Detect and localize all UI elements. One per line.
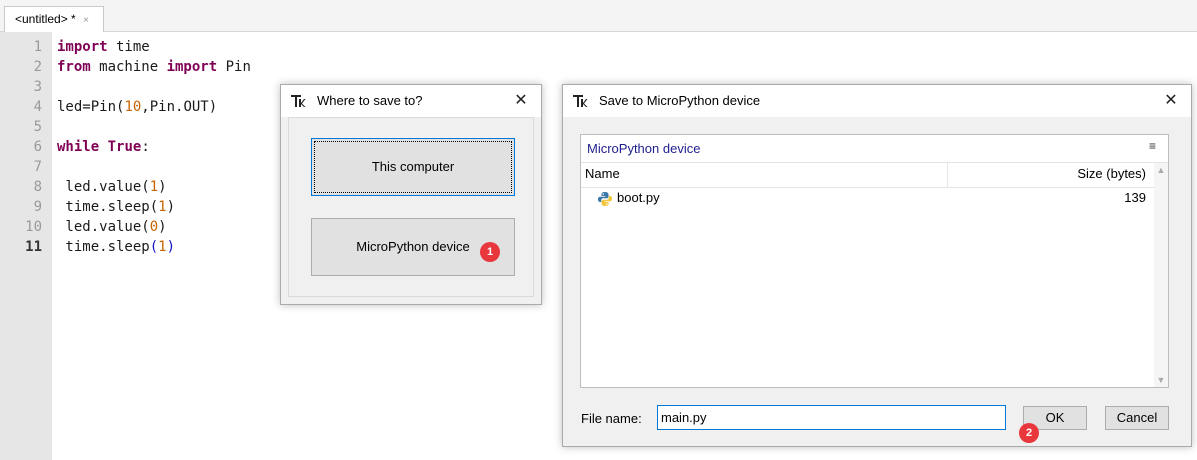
column-header-name[interactable]: Name	[585, 166, 620, 181]
location-bar: MicroPython device ≡	[581, 135, 1168, 163]
column-divider[interactable]	[947, 163, 948, 187]
file-name-cell: boot.py	[617, 190, 660, 205]
code-token: machine	[90, 59, 167, 75]
scroll-up-icon[interactable]: ▲	[1154, 165, 1168, 175]
step-badge-2: 2	[1019, 423, 1039, 443]
code-token: import	[166, 59, 218, 75]
line-number: 8	[33, 179, 42, 195]
code-token: import	[57, 39, 108, 55]
code-token: )	[166, 239, 176, 255]
tab-untitled[interactable]: <untitled> * ×	[4, 6, 104, 32]
step-badge-1: 1	[480, 242, 500, 262]
code-line: led.value(1)	[57, 177, 167, 197]
python-file-icon	[597, 191, 613, 207]
line-number: 5	[33, 119, 42, 135]
file-name-input[interactable]	[657, 405, 1006, 430]
code-token: ,Pin.OUT)	[141, 99, 218, 115]
line-number: 1	[33, 39, 42, 55]
location-label: MicroPython device	[587, 141, 701, 156]
save-to-device-dialog: Save to MicroPython device ✕ MicroPython…	[562, 84, 1192, 447]
code-token: 0	[149, 219, 159, 235]
code-token: from	[57, 59, 91, 75]
where-to-save-dialog: Where to save to? ✕ This computer MicroP…	[280, 84, 542, 305]
close-icon[interactable]: ✕	[1161, 91, 1181, 111]
this-computer-button[interactable]: This computer	[311, 138, 515, 196]
code-token: 1	[158, 239, 167, 255]
line-number: 4	[33, 99, 42, 115]
code-token: led.value(	[57, 219, 150, 235]
dialog-title: Save to MicroPython device	[599, 93, 761, 108]
file-size-cell: 139	[1124, 190, 1146, 205]
code-token: while	[57, 139, 100, 155]
code-line: import time	[57, 37, 150, 57]
code-token: time.sleep(	[57, 199, 159, 215]
line-number: 10	[25, 219, 42, 235]
thonny-icon	[290, 93, 306, 109]
line-number: 3	[33, 79, 42, 95]
thonny-icon	[572, 93, 588, 109]
code-token: Pin	[217, 59, 251, 75]
code-line: time.sleep(1)	[57, 197, 175, 217]
code-token: True	[107, 139, 142, 155]
tab-label: <untitled> *	[15, 12, 76, 26]
header-divider	[581, 187, 1154, 188]
line-number: 9	[33, 199, 42, 215]
save-options-panel: This computer MicroPython device 1	[288, 117, 534, 297]
code-token: )	[166, 199, 176, 215]
dialog-titlebar: Save to MicroPython device ✕	[563, 85, 1191, 117]
code-line: time.sleep(1)	[57, 237, 175, 257]
menu-icon[interactable]: ≡	[1149, 139, 1156, 153]
dialog-title: Where to save to?	[317, 93, 423, 108]
tab-close-icon[interactable]: ×	[83, 15, 89, 26]
code-token: :	[141, 139, 150, 155]
close-icon[interactable]: ✕	[511, 91, 531, 111]
cancel-button[interactable]: Cancel	[1105, 406, 1169, 430]
device-file-browser: MicroPython device ≡ Name Size (bytes) b…	[580, 134, 1169, 388]
line-number: 7	[33, 159, 42, 175]
code-token: 10	[124, 99, 142, 115]
code-token: 1	[158, 199, 167, 215]
code-token: time	[107, 39, 150, 55]
vertical-scrollbar[interactable]: ▲ ▼	[1154, 163, 1168, 387]
code-line: led=Pin(10,Pin.OUT)	[57, 97, 217, 117]
line-number: 2	[33, 59, 42, 75]
file-name-label: File name:	[581, 411, 642, 426]
scroll-down-icon[interactable]: ▼	[1154, 375, 1168, 385]
code-line: led.value(0)	[57, 217, 167, 237]
dialog-titlebar: Where to save to? ✕	[281, 85, 541, 117]
line-number-current: 11	[25, 239, 42, 255]
editor-tabbar: <untitled> * ×	[0, 0, 1197, 32]
code-token: time.sleep	[57, 239, 150, 255]
code-line: from machine import Pin	[57, 57, 251, 77]
code-token: )	[158, 219, 167, 235]
code-token: led=Pin(	[57, 99, 125, 115]
code-line: while True:	[57, 137, 150, 157]
column-header-size[interactable]: Size (bytes)	[1077, 166, 1146, 181]
line-number: 6	[33, 139, 42, 155]
code-token: (	[149, 239, 159, 255]
code-token: led.value(	[57, 179, 150, 195]
code-token: 1	[149, 179, 159, 195]
line-number-gutter: 1 2 3 4 5 6 7 8 9 10 11	[0, 32, 52, 460]
code-token: )	[158, 179, 167, 195]
